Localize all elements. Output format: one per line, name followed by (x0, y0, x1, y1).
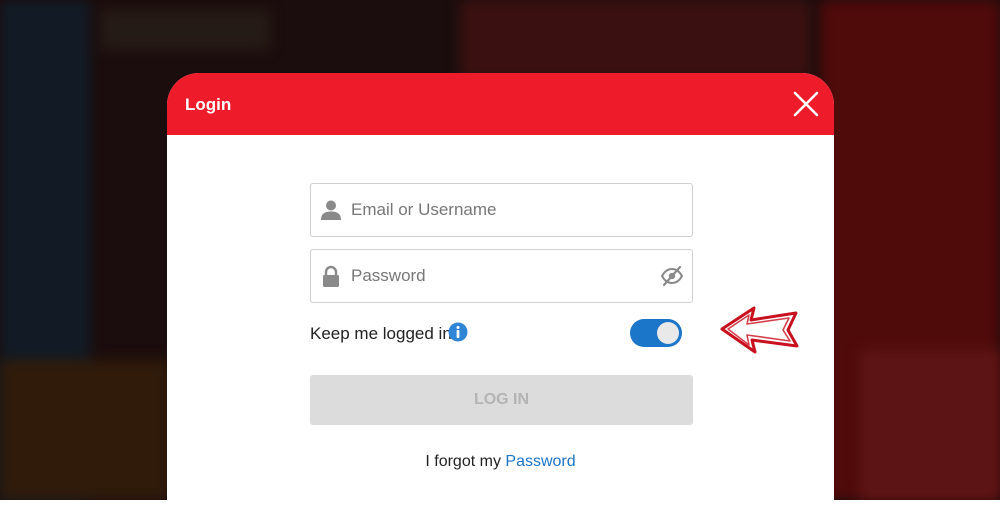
modal-header: Login (167, 73, 834, 135)
user-icon (320, 199, 342, 221)
forgot-password-row: I forgot my Password (167, 453, 834, 471)
arrow-left-icon (720, 306, 799, 354)
username-field (310, 183, 693, 237)
info-icon[interactable] (447, 321, 469, 343)
toggle-knob (657, 322, 679, 344)
login-button[interactable]: LOG IN (310, 375, 693, 425)
eye-off-icon (660, 265, 684, 287)
keep-logged-in-row: Keep me logged in (310, 319, 693, 347)
password-input[interactable] (351, 250, 651, 302)
toggle-password-visibility-button[interactable] (660, 265, 684, 287)
password-field (310, 249, 693, 303)
login-modal: Login Email or Username Keep me logged i… (167, 73, 834, 513)
keep-logged-in-toggle[interactable] (630, 319, 682, 347)
close-icon (793, 91, 819, 117)
forgot-prefix-text: I forgot my (425, 453, 501, 470)
modal-title: Login (185, 95, 232, 114)
keep-logged-in-label: Keep me logged in (310, 324, 452, 343)
lock-icon (320, 265, 342, 287)
username-input[interactable] (351, 184, 651, 236)
forgot-password-link[interactable]: Password (505, 453, 575, 470)
close-button[interactable] (792, 90, 820, 118)
